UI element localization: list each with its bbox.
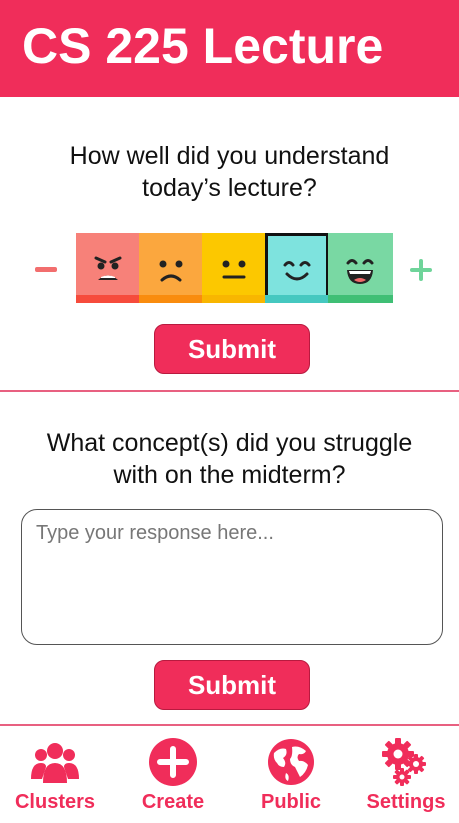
rating-grin[interactable] — [328, 233, 393, 303]
nav-divider — [0, 724, 459, 726]
grin-face-icon — [346, 259, 374, 284]
nav-label-clusters: Clusters — [14, 791, 96, 813]
neutral-face-icon — [222, 260, 246, 279]
question-1-prompt: How well did you understand today’s lect… — [69, 142, 390, 202]
app-header: CS 225 Lecture — [0, 0, 459, 97]
rating-neutral[interactable] — [202, 233, 266, 303]
nav-item-settings[interactable]: Settings — [351, 727, 459, 823]
question-2-prompt: What concept(s) did you struggle with on… — [46, 429, 413, 489]
plus-icon-vertical — [419, 259, 423, 281]
response-input[interactable] — [21, 509, 443, 645]
sad-face-icon — [159, 260, 183, 282]
rating-smile[interactable] — [265, 233, 329, 303]
globe-icon — [268, 739, 314, 785]
smile-face-icon — [283, 261, 311, 281]
nav-label-settings: Settings — [366, 791, 446, 813]
decrease-button[interactable] — [35, 267, 57, 272]
bottom-nav: Clusters Create Public Settings — [0, 727, 459, 823]
nav-item-clusters[interactable]: Clusters — [0, 727, 110, 823]
rating-sad[interactable] — [139, 233, 203, 303]
question-2-text: What concept(s) did you struggle with on… — [0, 427, 459, 491]
users-icon — [31, 743, 79, 783]
increase-button[interactable] — [410, 259, 432, 281]
nav-item-create[interactable]: Create — [118, 727, 228, 823]
section-divider — [0, 390, 459, 392]
gears-icon — [382, 738, 426, 786]
angry-face-icon — [94, 256, 122, 280]
page-title: CS 225 Lecture — [22, 18, 384, 74]
nav-label-create: Create — [141, 791, 205, 813]
rating-angry[interactable] — [76, 233, 140, 303]
nav-label-public: Public — [260, 791, 321, 813]
rating-scale — [76, 233, 393, 303]
question-1-text: How well did you understand today’s lect… — [0, 140, 459, 204]
submit-response-button[interactable]: Submit — [154, 660, 310, 710]
nav-item-public[interactable]: Public — [236, 727, 346, 823]
plus-circle-icon — [149, 738, 197, 786]
submit-rating-button[interactable]: Submit — [154, 324, 310, 374]
